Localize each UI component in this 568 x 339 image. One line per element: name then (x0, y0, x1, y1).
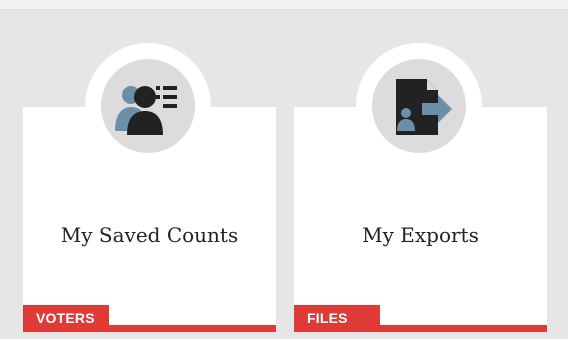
card-category-tag: FILES (294, 305, 380, 332)
people-list-icon (115, 86, 177, 135)
top-divider (0, 0, 568, 10)
export-file-arrow-icon[interactable] (372, 59, 466, 153)
card-category-tag: VOTERS (23, 305, 109, 332)
card-title[interactable]: My Exports (294, 223, 547, 247)
saved-counts-people-list-icon[interactable] (101, 59, 195, 153)
card-title[interactable]: My Saved Counts (23, 223, 276, 247)
file-export-icon (396, 79, 452, 135)
